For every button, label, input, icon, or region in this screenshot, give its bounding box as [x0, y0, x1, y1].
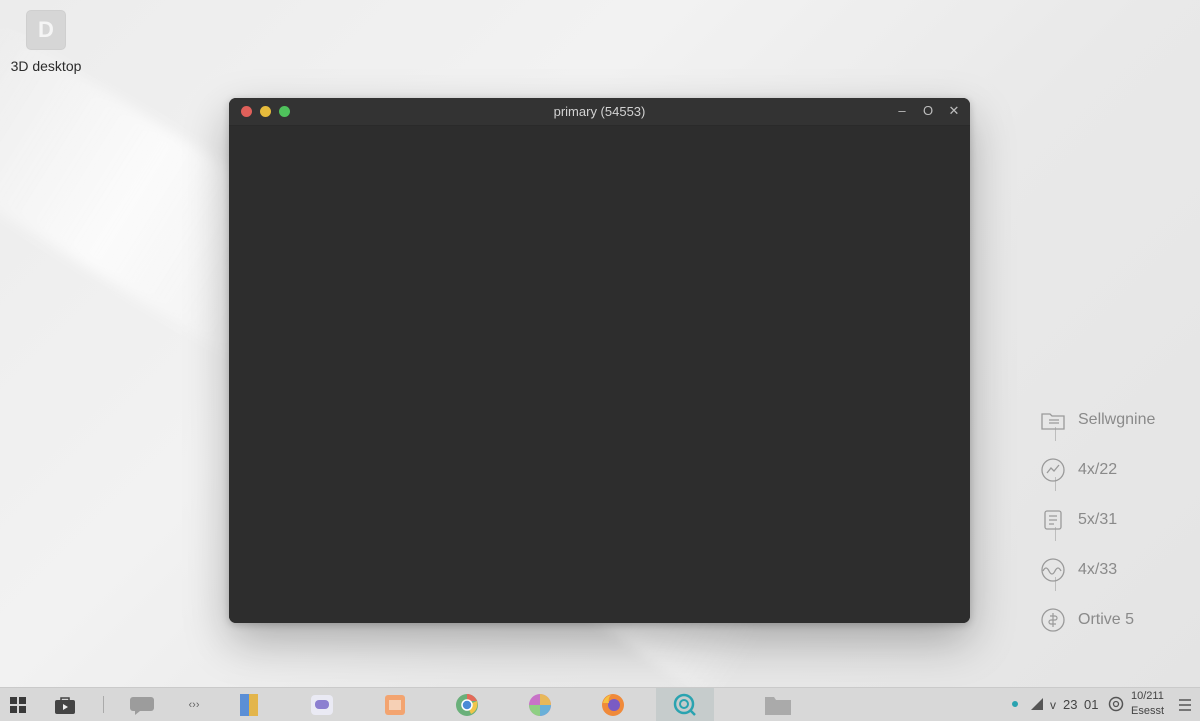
window-title: primary (54553): [553, 104, 646, 119]
coin-icon: [1040, 607, 1066, 633]
clock-date[interactable]: Esesst: [1131, 705, 1164, 717]
tray-count[interactable]: 01: [1084, 697, 1098, 712]
windows-icon: [10, 696, 26, 713]
taskbar-folder[interactable]: [763, 692, 793, 717]
folder-app-icon: [765, 696, 791, 715]
taskbar-divider: [103, 696, 104, 713]
taskbar-book[interactable]: [236, 692, 262, 717]
document-icon: [1040, 507, 1066, 533]
taskbar-code[interactable]: ‹››: [180, 692, 208, 717]
wifi-icon[interactable]: [1030, 697, 1044, 716]
close-button[interactable]: ✕: [948, 102, 960, 120]
search-app-icon: [673, 693, 696, 716]
settings-icon[interactable]: [1108, 696, 1124, 717]
side-item-label: Sellwgnine: [1078, 411, 1156, 428]
book-icon: [240, 693, 258, 716]
taskbar-colorwheel[interactable]: [527, 692, 553, 717]
side-item-4[interactable]: 4x/33: [1040, 545, 1200, 595]
side-item-label: Ortive 5: [1078, 611, 1135, 628]
minimize-dot-button[interactable]: [260, 106, 271, 117]
window-controls: – O ✕: [896, 102, 960, 120]
clock-time[interactable]: 10/211: [1131, 690, 1164, 702]
code-icon: ‹››: [188, 698, 200, 711]
taskbar: ‹›› v 23 01 10/211 Esesst: [0, 687, 1200, 721]
taskbar-chat[interactable]: [128, 692, 156, 717]
taskbar-chrome[interactable]: [454, 692, 480, 717]
chat-icon: [130, 696, 154, 715]
tray-dot-icon[interactable]: [1012, 701, 1018, 707]
color-wheel-icon: [529, 693, 551, 716]
maximize-button[interactable]: O: [922, 102, 934, 120]
start-button[interactable]: [6, 692, 30, 717]
side-widget-stack: Sellwgnine 4x/22 5x/31 4x/33 Ortive 5: [1040, 395, 1200, 645]
taskbar-firefox[interactable]: [600, 692, 626, 717]
window-titlebar[interactable]: primary (54553) – O ✕: [229, 98, 970, 126]
store-icon: [55, 696, 75, 714]
taskbar-search[interactable]: [656, 688, 714, 721]
firefox-icon: [602, 693, 624, 716]
tray-number[interactable]: 23: [1063, 697, 1077, 712]
minimize-button[interactable]: –: [896, 102, 908, 120]
side-item-label: 4x/22: [1078, 461, 1118, 478]
app-icon: D: [26, 10, 66, 50]
taskbar-calendar[interactable]: [382, 692, 408, 717]
zoom-dot-button[interactable]: [279, 106, 290, 117]
calendar-icon: [385, 694, 405, 715]
taskbar-message[interactable]: [309, 692, 335, 717]
desktop-shortcut-label: 3D desktop: [10, 58, 82, 74]
traffic-lights: [241, 106, 290, 117]
app-window[interactable]: primary (54553) – O ✕: [229, 98, 970, 623]
window-content[interactable]: [229, 126, 970, 623]
side-item-5[interactable]: Ortive 5: [1040, 595, 1200, 645]
side-item-1[interactable]: Sellwgnine: [1040, 395, 1200, 445]
notifications-icon[interactable]: [1178, 698, 1192, 716]
message-icon: [311, 694, 333, 715]
side-item-label: 4x/33: [1078, 561, 1118, 578]
tray-signal-text[interactable]: v: [1050, 698, 1056, 712]
side-item-2[interactable]: 4x/22: [1040, 445, 1200, 495]
desktop-shortcut[interactable]: D 3D desktop: [6, 10, 86, 74]
folder-icon: [1040, 407, 1066, 433]
chart-circle-icon: [1040, 457, 1066, 483]
side-item-3[interactable]: 5x/31: [1040, 495, 1200, 545]
close-dot-button[interactable]: [241, 106, 252, 117]
wave-icon: [1040, 557, 1066, 583]
taskbar-store[interactable]: [52, 692, 78, 717]
side-item-label: 5x/31: [1078, 511, 1118, 528]
chrome-icon: [456, 693, 478, 716]
